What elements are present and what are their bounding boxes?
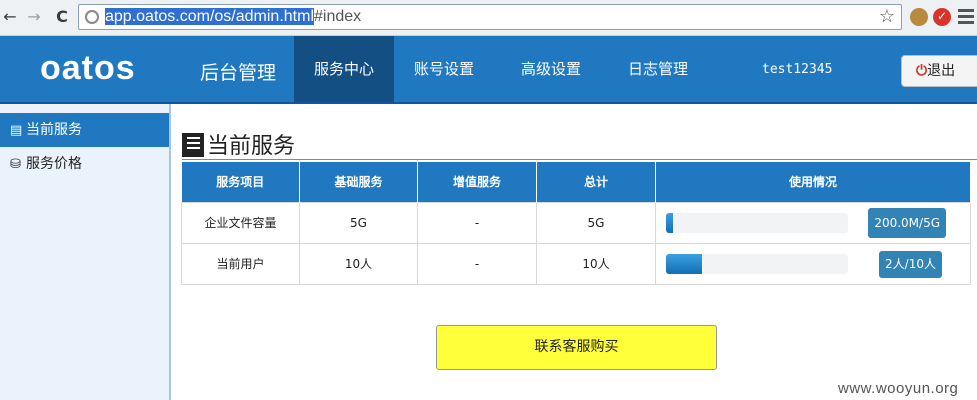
usage-progress-fill (666, 212, 674, 233)
cell-usage: 2人/10人 (655, 242, 971, 285)
sidebar-item-service-price[interactable]: ⛁ 服务价格 (0, 147, 169, 181)
extension-icon[interactable] (910, 8, 928, 26)
nav-advanced-settings[interactable]: 高级设置 (501, 36, 608, 102)
nav-log-management[interactable]: 日志管理 (608, 36, 718, 102)
cell-total: 5G (536, 201, 656, 244)
page-icon (85, 10, 99, 24)
username[interactable]: test12345 (762, 62, 832, 77)
browser-toolbar: ← → C app.oatos.com/os/admin.html#index … (0, 0, 977, 36)
column-header: 基础服务 (299, 162, 418, 202)
back-icon[interactable]: ← (0, 7, 20, 27)
sidebar-item-label: 当前服务 (26, 122, 82, 138)
cell-item: 当前用户 (181, 242, 300, 285)
column-header: 使用情况 (655, 162, 971, 202)
services-table: 服务项目 基础服务 增值服务 总计 使用情况 企业文件容量 5G - 5G 20… (181, 162, 971, 285)
cell-item: 企业文件容量 (181, 201, 300, 244)
usage-progress-fill (666, 253, 703, 274)
address-bar[interactable]: app.oatos.com/os/admin.html#index ☆ (78, 4, 902, 30)
column-header: 增值服务 (417, 162, 537, 202)
page-title-text: 当前服务 (207, 134, 296, 159)
top-nav: 服务中心 账号设置 高级设置 日志管理 (294, 36, 718, 102)
database-icon: ⛁ (10, 157, 21, 172)
cell-base: 10人 (299, 242, 418, 285)
nav-account-settings[interactable]: 账号设置 (394, 36, 501, 102)
usage-progress-bar (666, 253, 848, 274)
extension-check-icon[interactable] (933, 8, 951, 26)
table-header-row: 服务项目 基础服务 增值服务 总计 使用情况 (181, 162, 971, 202)
usage-badge: 200.0M/5G (868, 207, 946, 238)
power-icon: ⏻ (916, 63, 928, 79)
table-row: 当前用户 10人 - 10人 2人/10人 (181, 242, 971, 285)
url-selected: app.oatos.com/os/admin.html (105, 8, 314, 25)
contact-support-buy-button[interactable]: 联系客服购买 (436, 325, 717, 370)
cell-extra: - (417, 242, 537, 285)
browser-menu-icon[interactable] (958, 9, 974, 27)
url-text[interactable]: app.oatos.com/os/admin.html#index (105, 8, 361, 26)
list-icon: ▤ (10, 123, 23, 138)
logout-button[interactable]: ⏻退出 (901, 55, 977, 87)
reload-icon[interactable]: C (52, 7, 72, 27)
column-header: 服务项目 (181, 162, 300, 202)
forward-icon[interactable]: → (24, 7, 44, 27)
admin-title: 后台管理 (200, 62, 277, 84)
app-header: oatos 后台管理 服务中心 账号设置 高级设置 日志管理 test12345… (0, 36, 977, 104)
cell-usage: 200.0M/5G (655, 201, 971, 244)
sidebar-item-label: 服务价格 (26, 156, 82, 172)
cell-extra: - (417, 201, 537, 244)
usage-badge: 2人/10人 (879, 250, 942, 278)
sidebar-item-current-services[interactable]: ▤ 当前服务 (0, 113, 169, 147)
sidebar: ▤ 当前服务 ⛁ 服务价格 (0, 104, 171, 400)
url-fragment: #index (314, 8, 362, 25)
watermark: www.wooyun.org (838, 380, 959, 397)
table-row: 企业文件容量 5G - 5G 200.0M/5G (181, 201, 971, 244)
cell-total: 10人 (536, 242, 656, 285)
book-icon (182, 133, 204, 157)
logout-label: 退出 (927, 63, 956, 79)
bookmark-star-icon[interactable]: ☆ (879, 6, 895, 27)
cell-base: 5G (299, 201, 418, 244)
divider (182, 159, 977, 160)
usage-progress-bar (666, 212, 848, 233)
nav-service-center[interactable]: 服务中心 (294, 36, 394, 102)
page-title: 当前服务 (182, 128, 295, 160)
logo[interactable]: oatos (40, 49, 136, 88)
column-header: 总计 (536, 162, 656, 202)
